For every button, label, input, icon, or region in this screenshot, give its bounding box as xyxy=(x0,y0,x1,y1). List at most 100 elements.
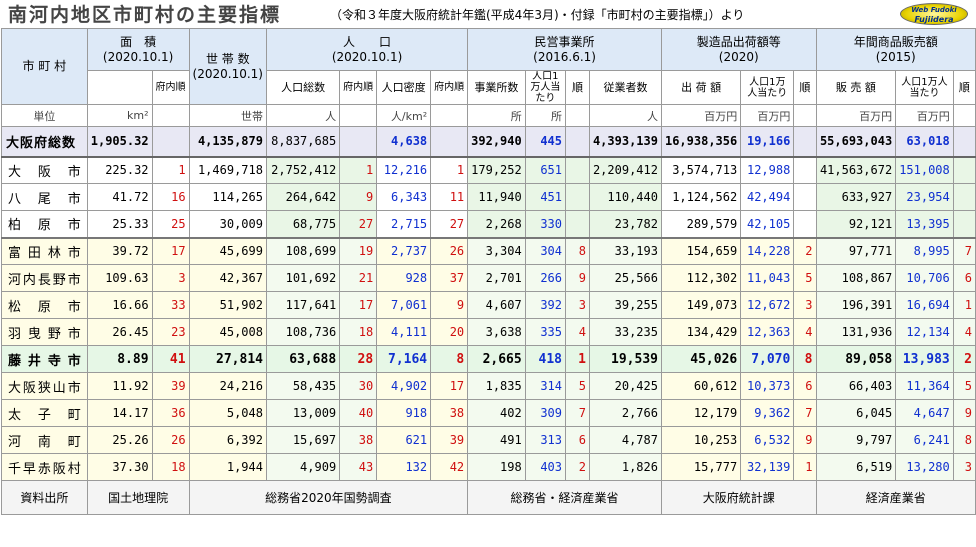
cell-sales-per: 151,008 xyxy=(895,156,954,184)
cell-population: 4,909 xyxy=(265,453,341,481)
table-row: 河 南 町 25.26 26 6,392 15,697 38 621 39 491 313 6 4,7… xyxy=(1,426,976,454)
cell-sales-rank: 5 xyxy=(952,372,976,400)
cell-area: 37.30 xyxy=(86,453,153,481)
source-area: 国土地理院 xyxy=(86,480,190,515)
cell-biz: 3,638 xyxy=(467,318,526,346)
cell-population: 63,688 xyxy=(265,345,341,373)
unit-biz: 所 xyxy=(467,104,526,127)
cell-biz-rank: 2 xyxy=(565,453,590,481)
cell-mfg-rank: 5 xyxy=(793,264,817,292)
cell-density: 621 xyxy=(376,426,432,454)
page-title: 南河内地区市町村の主要指標 xyxy=(8,4,282,26)
cell-biz-rank: 9 xyxy=(565,264,590,292)
cell-biz-per: 451 xyxy=(524,183,567,211)
cell-area: 16.66 xyxy=(86,291,153,319)
table-row: 八 尾 市 41.72 16 114,265 264,642 9 6,343 11 11,940… xyxy=(1,183,976,211)
sub-biz-rank: 順 xyxy=(565,70,590,105)
cell-households: 27,814 xyxy=(188,345,267,373)
cell-density: 132 xyxy=(376,453,432,481)
cell-sales-rank: 4 xyxy=(952,318,976,346)
cell-biz-rank xyxy=(565,210,590,239)
table-row: 富田林市 39.72 17 45,699 108,699 19 2,737 26 3,304 30… xyxy=(1,237,976,265)
source-note: （令和３年度大阪府統計年鑑(平成4年3月)・付録「市町村の主要指標」）より xyxy=(330,8,745,22)
total-mfg-per: 19,166 xyxy=(740,126,795,158)
cell-mfg: 10,253 xyxy=(660,426,742,454)
unit-blank xyxy=(430,104,469,127)
cell-mfg-per: 12,988 xyxy=(740,156,795,184)
cell-mfg: 1,124,562 xyxy=(660,183,742,211)
cell-sales: 131,936 xyxy=(815,318,897,346)
cell-area-rank: 26 xyxy=(151,426,190,454)
cell-mfg-rank: 6 xyxy=(793,372,817,400)
sub-sales-per: 人口1万人当たり xyxy=(895,70,954,105)
cell-households: 30,009 xyxy=(188,210,267,239)
cell-mfg-per: 10,373 xyxy=(740,372,795,400)
cell-sales: 196,391 xyxy=(815,291,897,319)
cell-mfg-rank: 2 xyxy=(793,237,817,265)
logo-line2: Fujiidera xyxy=(914,15,954,24)
header-manufacturing: 製造品出荷額等 (2020) xyxy=(660,28,817,71)
cell-sales: 9,797 xyxy=(815,426,897,454)
total-blank xyxy=(430,126,469,158)
sub-sales-rank: 順 xyxy=(952,70,976,105)
cell-density-rank: 39 xyxy=(430,426,469,454)
source-manufacturing: 大阪府統計課 xyxy=(660,480,817,515)
table-row: 千早赤阪村 37.30 18 1,944 4,909 43 132 42 198 403 2 1,82… xyxy=(1,453,976,481)
cell-pop-rank: 1 xyxy=(339,156,378,184)
cell-biz-rank: 5 xyxy=(565,372,590,400)
unit-area: km² xyxy=(86,104,153,127)
city-name: 羽曳野市 xyxy=(1,318,88,346)
total-blank xyxy=(793,126,817,158)
cell-population: 264,642 xyxy=(265,183,341,211)
cell-mfg-rank xyxy=(793,156,817,184)
source-business: 総務省・経済産業省 xyxy=(467,480,662,515)
cell-employees: 33,193 xyxy=(588,237,662,265)
total-blank xyxy=(151,126,190,158)
cell-mfg-per: 12,672 xyxy=(740,291,795,319)
site-logo[interactable]: Web Fudoki Fujiidera xyxy=(900,3,968,25)
cell-mfg-per: 7,070 xyxy=(740,345,795,373)
cell-sales: 97,771 xyxy=(815,237,897,265)
cell-area-rank: 3 xyxy=(151,264,190,292)
cell-density: 7,164 xyxy=(376,345,432,373)
cell-area: 11.92 xyxy=(86,372,153,400)
cell-households: 45,008 xyxy=(188,318,267,346)
total-mfg: 16,938,356 xyxy=(660,126,742,158)
cell-biz-per: 304 xyxy=(524,237,567,265)
cell-biz: 402 xyxy=(467,399,526,427)
unit-mfg: 百万円 xyxy=(660,104,742,127)
cell-population: 108,736 xyxy=(265,318,341,346)
header-row-2: 府内順 人口総数 府内順 人口密度 府内順 事業所数 人口1万人当たり 順 従業… xyxy=(2,70,976,105)
cell-mfg-per: 14,228 xyxy=(740,237,795,265)
cell-area-rank: 18 xyxy=(151,453,190,481)
cell-sales: 6,519 xyxy=(815,453,897,481)
cell-area: 8.89 xyxy=(86,345,153,373)
unit-sales: 百万円 xyxy=(815,104,897,127)
cell-employees: 19,539 xyxy=(588,345,662,373)
sub-sales-value: 販 売 額 xyxy=(815,70,897,105)
sub-employees: 従業者数 xyxy=(588,70,662,105)
total-row: 大阪府総数 1,905.32 4,135,879 8,837,685 4,638… xyxy=(1,126,976,158)
cell-area-rank: 17 xyxy=(151,237,190,265)
cell-biz: 491 xyxy=(467,426,526,454)
city-name: 河内長野市 xyxy=(1,264,88,292)
city-name: 柏 原 市 xyxy=(1,210,88,239)
indicator-table: 市 町 村 面 積 (2020.10.1) 世 帯 数 (2020.10.1) 人 … xyxy=(1,28,976,515)
cell-pop-rank: 17 xyxy=(339,291,378,319)
header-business: 民営事業所 (2016.6.1) xyxy=(467,28,662,71)
cell-density: 4,111 xyxy=(376,318,432,346)
cell-sales-rank: 3 xyxy=(952,453,976,481)
cell-mfg-rank: 9 xyxy=(793,426,817,454)
cell-density: 6,343 xyxy=(376,183,432,211)
cell-density: 2,715 xyxy=(376,210,432,239)
sub-density-rank: 府内順 xyxy=(430,70,469,105)
cell-employees: 4,787 xyxy=(588,426,662,454)
cell-population: 101,692 xyxy=(265,264,341,292)
cell-sales-per: 23,954 xyxy=(895,183,954,211)
cell-area: 225.32 xyxy=(86,156,153,184)
cell-sales: 6,045 xyxy=(815,399,897,427)
total-biz-per: 445 xyxy=(524,126,567,158)
cell-pop-rank: 9 xyxy=(339,183,378,211)
cell-area: 25.26 xyxy=(86,426,153,454)
cell-mfg-per: 32,139 xyxy=(740,453,795,481)
